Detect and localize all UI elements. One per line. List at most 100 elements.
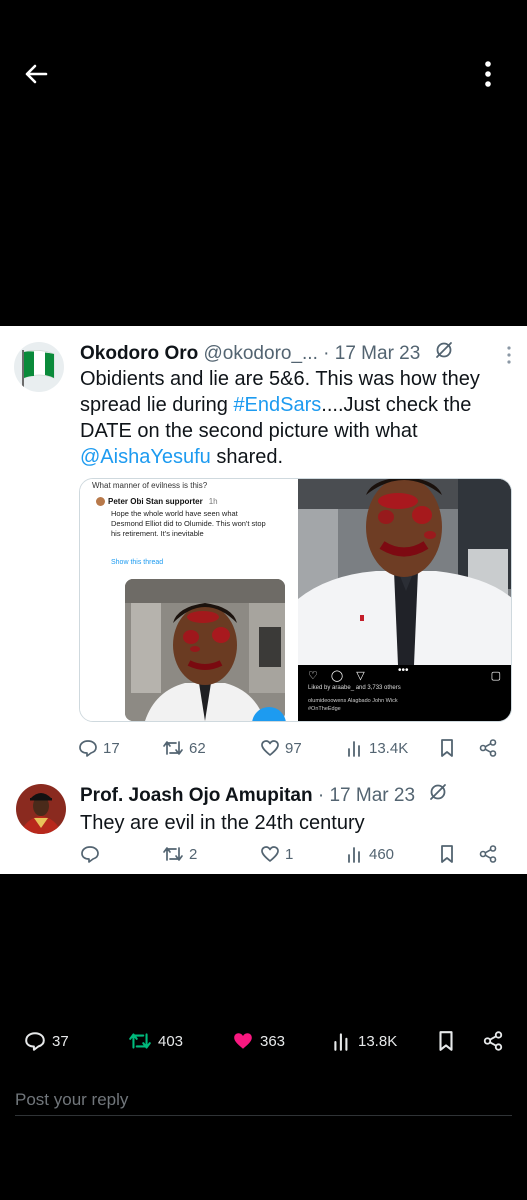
retweet-count: 403 [158,1032,184,1050]
share-icon [479,845,497,863]
embedded-body: Hope the whole world have seen what Desm… [111,509,266,538]
share-button[interactable] [478,840,498,868]
tweet-actions: 2 1 460 [78,840,508,868]
quoted-screenshot: Okodoro Oro @okodoro_... · 17 Mar 23 Obi… [0,326,527,874]
more-vertical-icon [507,346,511,364]
retweet-count: 2 [189,845,198,863]
mention-link[interactable]: @AishaYesufu [80,446,211,468]
heart-icon [261,846,279,862]
instagram-caption: olumideoowens Alagbado John Wick #OnTheEd… [308,697,398,713]
like-button[interactable]: 363 [232,1024,285,1058]
views-count: 13.4K [369,739,409,757]
reply-icon [25,1032,45,1051]
hashtag-link[interactable]: #EndSars [233,394,321,416]
media-grid[interactable]: What manner of evilness is this? Peter O… [79,478,512,722]
instagram-bar: ♡ ◯ ▽ ••• ▢ Liked by araabe_ and 3,733 o… [298,665,511,721]
retweet-button[interactable]: 2 [162,840,197,868]
share-button[interactable] [482,1024,504,1058]
retweet-icon [129,1033,151,1049]
like-button[interactable]: 97 [260,734,302,762]
like-button[interactable]: 1 [260,840,293,868]
reply-count: 17 [103,739,120,757]
reply-input[interactable]: Post your reply [15,1086,512,1116]
tweet-header: Okodoro Oro @okodoro_... · 17 Mar 23 [80,340,517,366]
views-icon [334,1033,348,1051]
author-handle[interactable]: @okodoro_... [204,343,318,364]
retweet-button[interactable]: 403 [128,1024,183,1058]
retweet-button[interactable]: 62 [162,734,206,762]
avatar[interactable] [16,784,66,834]
share-icon [483,1031,503,1051]
instagram-bookmark-icon: ▢ [490,670,501,682]
views-button[interactable]: 13.4K [346,734,408,762]
media-image-instagram[interactable]: ♡ ◯ ▽ ••• ▢ Liked by araabe_ and 3,733 o… [298,479,511,721]
retweet-count: 62 [189,739,206,757]
more-options-button[interactable] [472,56,504,92]
reply-icon [81,846,99,863]
views-button[interactable]: 13.8K [332,1024,397,1058]
embedded-header-text: What manner of evilness is this? [92,481,208,490]
nigeria-flag-avatar [14,342,64,392]
separator: · [323,343,330,365]
views-count: 13.8K [358,1032,398,1050]
post-date[interactable]: 17 Mar 23 [329,785,415,806]
back-button[interactable] [18,56,54,92]
retweet-icon [163,741,183,755]
author-name[interactable]: Prof. Joash Ojo Amupitan [80,785,313,806]
tweet-header: Prof. Joash Ojo Amupitan · 17 Mar 23 [80,782,517,808]
views-button[interactable]: 460 [346,840,394,868]
reply-tweet[interactable]: Okodoro Oro @okodoro_... · 17 Mar 23 Obi… [0,326,527,766]
views-count: 460 [369,845,395,863]
embedded-photo [125,579,285,721]
reply-button[interactable]: 17 [78,734,120,762]
reply-icon [79,740,97,757]
separator: · [317,785,325,807]
tweet-more-button[interactable] [503,344,515,366]
reply-tweet[interactable]: Prof. Joash Ojo Amupitan · 17 Mar 23 The… [0,766,527,874]
arrow-left-icon [25,64,48,84]
heart-icon [261,740,279,756]
embedded-time: 1h [208,497,218,506]
like-count: 1 [285,845,294,863]
views-icon [348,741,360,757]
heart-icon [234,1033,252,1049]
instagram-dots: ••• [398,665,409,676]
author-name[interactable]: Okodoro Oro [80,343,198,364]
share-button[interactable] [478,734,498,762]
views-icon [348,847,360,863]
share-icon [479,739,497,757]
instagram-caption-line: #OnTheEdge [308,706,341,712]
like-count: 97 [285,739,302,757]
tweet-text: Obidients and lie are 5&6. This was how … [80,366,510,470]
retweet-icon [163,847,183,861]
bookmark-icon [441,739,453,757]
bookmark-button[interactable] [436,1024,456,1058]
profile-photo-avatar [16,784,66,834]
embedded-show-thread: Show this thread [111,559,164,566]
text-segment: shared. [210,446,284,468]
bookmark-icon [441,845,453,863]
instagram-liked-by: Liked by araabe_ and 3,733 others [308,685,401,691]
reply-count: 37 [52,1032,69,1050]
bookmark-button[interactable] [438,840,456,868]
reply-button[interactable] [80,840,105,868]
embedded-user: Peter Obi Stan supporter 1h [96,497,218,507]
avatar[interactable] [14,342,64,392]
like-count: 363 [260,1032,286,1050]
media-image-screenshot[interactable]: What manner of evilness is this? Peter O… [80,479,296,721]
more-vertical-icon [485,61,491,87]
top-bar [0,0,527,140]
post-actions: 37 403 363 13.8K [0,1024,527,1058]
grok-icon[interactable] [428,782,448,810]
instagram-caption-line: olumideoowens Alagbado John Wick [308,698,398,704]
instagram-actions-icon: ♡ ◯ ▽ [308,670,370,682]
instagram-photo [298,479,511,665]
bookmark-button[interactable] [438,734,456,762]
bookmark-icon [439,1031,453,1051]
reply-button[interactable]: 37 [24,1024,69,1058]
embedded-user-name: Peter Obi Stan supporter [108,497,203,506]
tweet-actions: 17 62 97 13.4K [78,734,508,762]
grok-icon[interactable] [434,340,454,368]
embedded-avatar [96,497,105,507]
post-date[interactable]: 17 Mar 23 [335,343,421,364]
